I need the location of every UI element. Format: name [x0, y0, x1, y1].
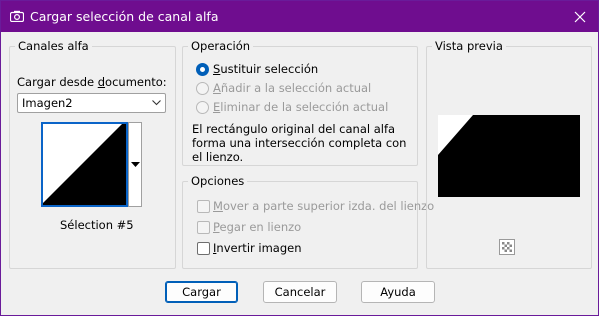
channel-name: Sélection #5	[60, 218, 134, 232]
caret-down-icon	[131, 162, 140, 167]
channel-preview-image	[43, 124, 126, 205]
operation-legend: Operación	[188, 39, 254, 53]
radio-subtract-label[interactable]: Eliminar de la selección actual	[213, 100, 388, 114]
camera-icon	[10, 10, 24, 22]
checkbox-paste-canvas-label[interactable]: Pegar en lienzo	[213, 220, 301, 234]
preview-group: Vista previa	[426, 39, 592, 269]
title-bar: Cargar selección de canal alfa	[1, 1, 598, 32]
checkbox-move-top-left-label[interactable]: Mover a parte superior izda. del lienzo	[213, 199, 434, 213]
operation-description-line2: forma una intersección completa con	[192, 136, 407, 150]
radio-add[interactable]	[196, 82, 209, 95]
dialog-window: Cargar selección de canal alfa Canales a…	[0, 0, 599, 316]
checkbox-paste-canvas[interactable]	[197, 221, 210, 234]
help-button[interactable]: Ayuda	[361, 281, 435, 303]
cancel-button[interactable]: Cancelar	[263, 281, 337, 303]
operation-description-line3: el lienzo.	[192, 150, 244, 164]
source-document-label: Cargar desde documento:	[17, 75, 167, 89]
radio-replace-label[interactable]: Sustituir selección	[213, 62, 318, 76]
chevron-down-icon	[152, 100, 161, 106]
alpha-channels-legend: Canales alfa	[15, 39, 92, 53]
document-select[interactable]: Imagen2	[17, 93, 166, 113]
load-button[interactable]: Cargar	[165, 281, 238, 303]
options-legend: Opciones	[188, 174, 248, 188]
radio-replace[interactable]	[196, 63, 209, 76]
preview-image	[438, 115, 580, 197]
window-title: Cargar selección de canal alfa	[30, 9, 219, 24]
close-icon[interactable]	[570, 7, 590, 27]
operation-group: Operación Sustituir selección Añadir a l…	[182, 39, 418, 166]
radio-add-label[interactable]: Añadir a la selección actual	[213, 81, 371, 95]
checkbox-invert-image[interactable]	[197, 242, 210, 255]
checkerboard-icon[interactable]	[499, 239, 515, 255]
operation-description-line1: El rectángulo original del canal alfa	[192, 122, 396, 136]
checkbox-move-top-left[interactable]	[197, 200, 210, 213]
radio-subtract[interactable]	[196, 101, 209, 114]
checkbox-invert-image-label[interactable]: Invertir imagen	[213, 241, 302, 255]
alpha-channels-group: Canales alfa Cargar desde documento: Ima…	[9, 39, 176, 269]
preview-legend: Vista previa	[432, 39, 506, 53]
channel-dropdown-button[interactable]	[128, 122, 142, 207]
document-select-value: Imagen2	[22, 96, 73, 110]
options-group: Opciones Mover a parte superior izda. de…	[182, 174, 434, 269]
channel-thumbnail[interactable]	[41, 122, 128, 207]
